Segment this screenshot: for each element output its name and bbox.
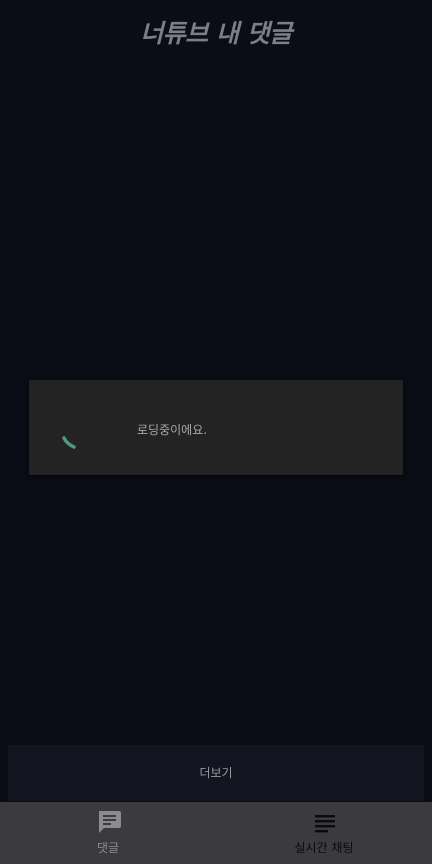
loading-dialog — [29, 380, 403, 475]
tab-comments-label: 댓글 — [96, 841, 120, 855]
page-title: 너튜브 내 댓글 — [140, 19, 292, 48]
tab-live-chat-label: 실시간 채팅 — [294, 841, 354, 855]
bottom-navigation: 댓글 실시간 채팅 — [0, 802, 432, 864]
tab-comments[interactable]: 댓글 — [0, 802, 216, 864]
loading-spinner-icon — [62, 436, 76, 449]
load-more-label: 더보기 — [199, 766, 233, 780]
lines-icon — [315, 815, 335, 833]
loading-message: 로딩중이에요. — [137, 423, 208, 437]
load-more-button[interactable]: 더보기 — [8, 745, 424, 801]
tab-live-chat[interactable]: 실시간 채팅 — [216, 802, 432, 864]
comment-icon — [99, 811, 121, 833]
